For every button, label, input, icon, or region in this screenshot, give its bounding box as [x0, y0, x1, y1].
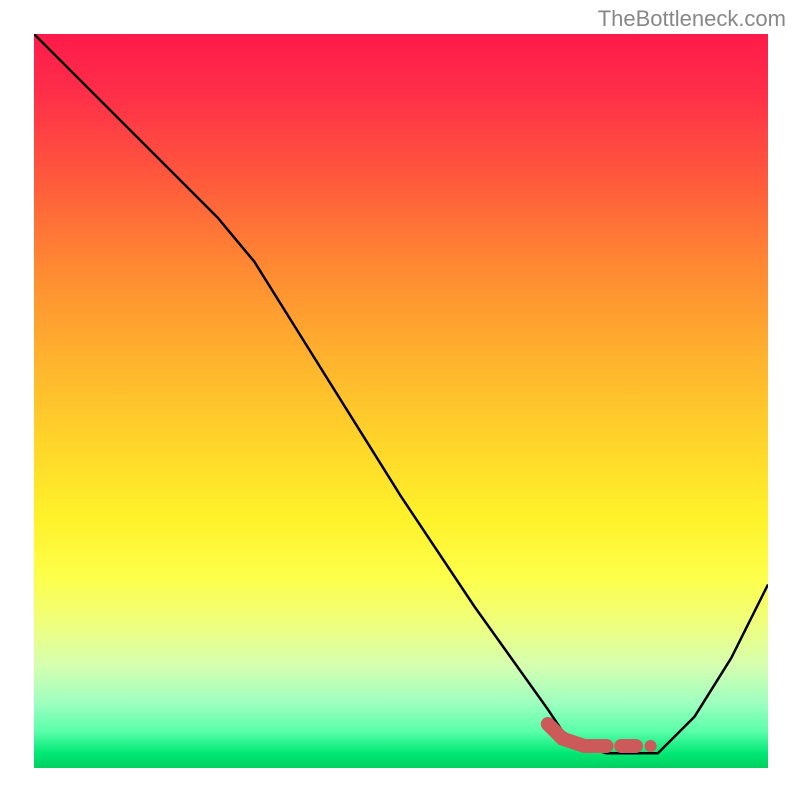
bottleneck-chart: TheBottleneck.com	[0, 0, 800, 800]
chart-plot-area	[34, 34, 768, 768]
bottleneck-curve-line	[34, 34, 768, 753]
optimal-region-highlight	[548, 724, 657, 752]
watermark-text: TheBottleneck.com	[598, 6, 786, 32]
